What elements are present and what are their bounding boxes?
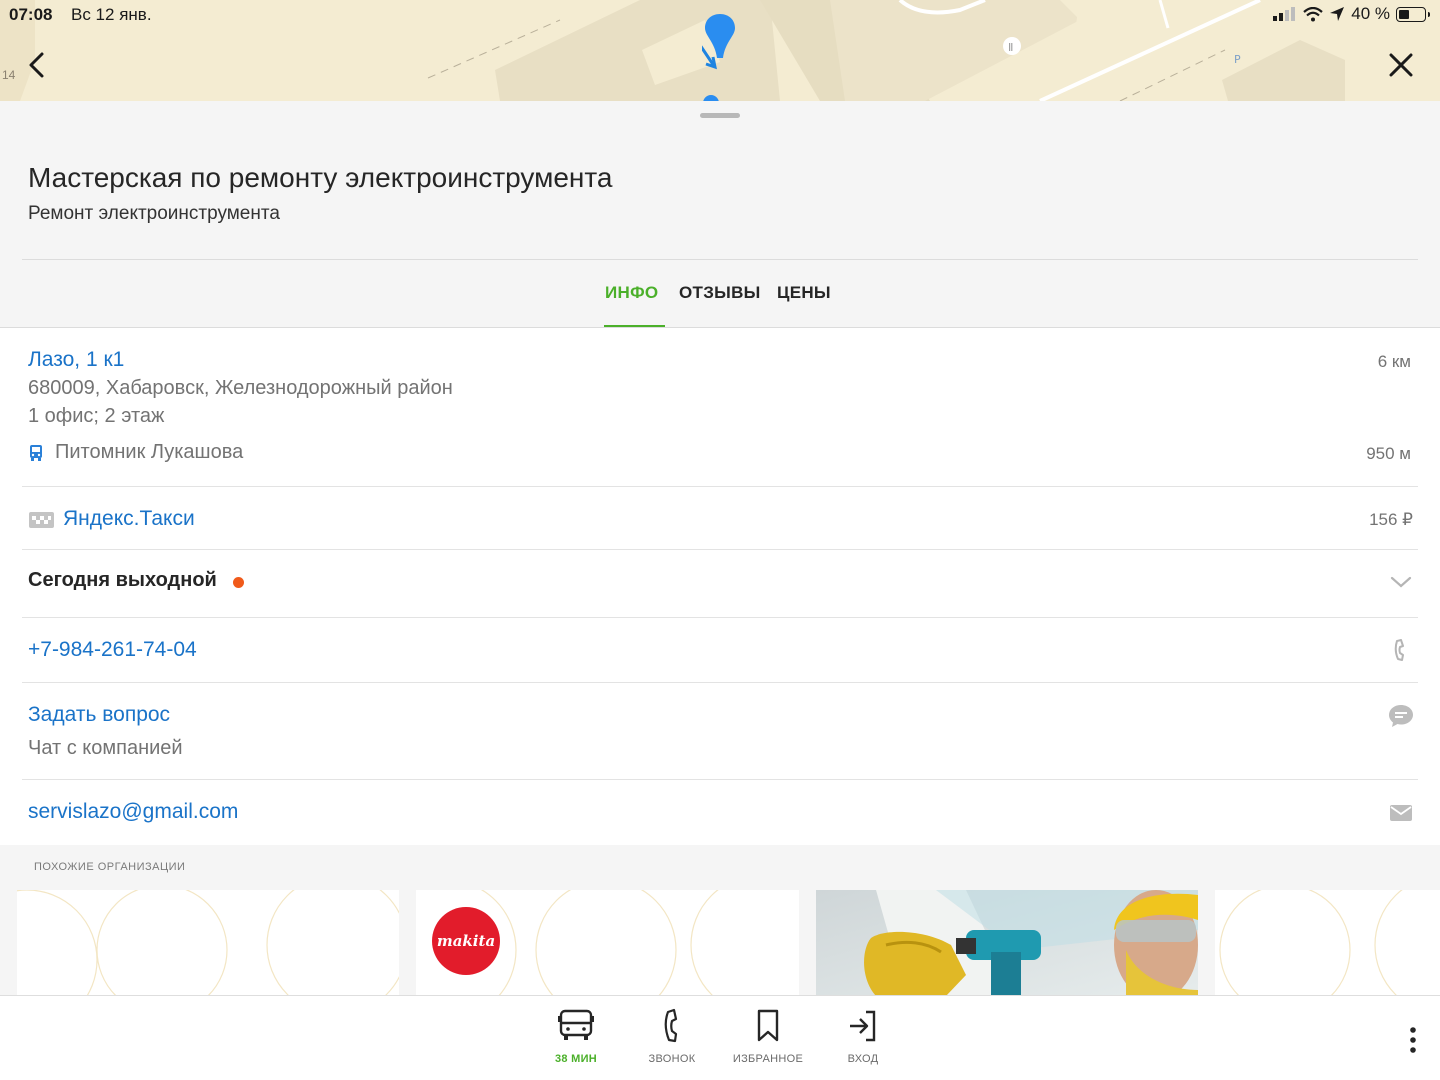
phone-icon[interactable] <box>1392 638 1408 662</box>
place-title: Мастерская по ремонту электроинструмента <box>28 162 613 193</box>
tab-reviews[interactable]: ОТЗЫВЫ <box>679 283 761 303</box>
chat-icon[interactable] <box>1388 704 1414 728</box>
phone-link[interactable]: +7-984-261-74-04 <box>28 638 197 662</box>
similar-orgs-heading: ПОХОЖИЕ ОРГАНИЗАЦИИ <box>34 861 186 873</box>
divider <box>22 779 1418 780</box>
similar-org-card[interactable] <box>1215 890 1440 996</box>
working-hours[interactable]: Сегодня выходной <box>28 569 217 592</box>
phone-icon <box>664 1008 678 1043</box>
call-label: ЗВОНОК <box>648 1053 696 1065</box>
sheet-grabber[interactable] <box>700 113 740 118</box>
closed-status-dot <box>233 577 244 588</box>
login-label: ВХОД <box>847 1053 879 1065</box>
tab-info[interactable]: ИНФО <box>605 283 658 303</box>
ask-question-link[interactable]: Задать вопрос <box>28 703 170 727</box>
more-vertical-icon[interactable] <box>1402 1026 1424 1056</box>
address-distance: 6 км <box>1377 352 1411 371</box>
back-chevron-icon[interactable] <box>22 48 52 82</box>
similar-org-card-makita[interactable]: makita <box>416 890 799 996</box>
call-button[interactable]: ЗВОНОК <box>627 1008 717 1065</box>
wifi-icon <box>1303 6 1323 21</box>
bottom-toolbar: 38 МИН ЗВОНОК ИЗБРАННОЕ ВХОД <box>0 995 1440 1080</box>
info-list: Лазо, 1 к1 6 км 680009, Хабаровск, Желез… <box>0 328 1440 845</box>
divider <box>22 486 1418 487</box>
login-button[interactable]: ВХОД <box>818 1008 908 1065</box>
divider <box>22 617 1418 618</box>
email-link[interactable]: servislazo@gmail.com <box>28 800 238 824</box>
tab-prices[interactable]: ЦЕНЫ <box>777 283 831 303</box>
map-view[interactable]: Ⅱ P 14 07:08 Вс 12 янв. 40 % <box>0 0 1440 101</box>
bus-icon <box>558 1009 594 1040</box>
card-pattern <box>1219 890 1403 996</box>
mail-icon[interactable] <box>1390 805 1412 821</box>
route-time-label: 38 МИН <box>554 1053 598 1065</box>
battery-percent: 40 % <box>1351 4 1390 23</box>
place-category: Ремонт электроинструмента <box>28 203 280 224</box>
bus-stop-icon <box>30 445 42 461</box>
place-card-header: Мастерская по ремонту электроинструмента… <box>0 101 1440 328</box>
map-house-number: 14 <box>2 68 16 82</box>
divider <box>22 549 1418 550</box>
chevron-down-icon[interactable] <box>1390 575 1412 589</box>
makita-logo: makita <box>432 907 500 975</box>
bookmark-icon <box>757 1009 779 1042</box>
address-link[interactable]: Лазо, 1 к1 <box>28 348 124 372</box>
status-indicators: 40 % <box>1273 4 1430 24</box>
address-city: 680009, Хабаровск, Железнодорожный район <box>28 377 453 399</box>
stop-distance: 950 м <box>1366 444 1411 463</box>
taxi-price: 156 ₽ <box>1369 510 1413 529</box>
location-arrow-icon <box>1330 7 1345 21</box>
divider <box>22 682 1418 683</box>
map-parking-label: P <box>1234 53 1241 66</box>
favorites-label: ИЗБРАННОЕ <box>732 1053 804 1065</box>
favorites-button[interactable]: ИЗБРАННОЕ <box>723 1008 813 1065</box>
taxi-icon <box>29 512 54 528</box>
similar-org-card-photo[interactable] <box>816 890 1198 996</box>
close-icon[interactable] <box>1384 48 1418 82</box>
battery-icon <box>1396 6 1430 22</box>
status-time: 07:08 <box>9 5 53 24</box>
svg-text:Ⅱ: Ⅱ <box>1008 41 1013 54</box>
location-pin-icon <box>702 14 735 70</box>
chat-subtitle: Чат с компанией <box>28 737 183 759</box>
taxi-link[interactable]: Яндекс.Такси <box>63 507 195 531</box>
worker-drill-photo <box>816 890 1198 996</box>
nearest-stop[interactable]: Питомник Лукашова <box>55 441 243 464</box>
card-pattern <box>17 890 399 996</box>
cellular-signal-icon <box>1273 7 1296 21</box>
status-date: Вс 12 янв. <box>71 5 152 24</box>
login-icon <box>850 1010 876 1042</box>
tab-bar: ИНФО ОТЗЫВЫ ЦЕНЫ <box>0 259 1440 328</box>
similar-org-card[interactable] <box>17 890 399 996</box>
address-office: 1 офис; 2 этаж <box>28 405 165 427</box>
route-button[interactable]: 38 МИН <box>531 1008 621 1065</box>
